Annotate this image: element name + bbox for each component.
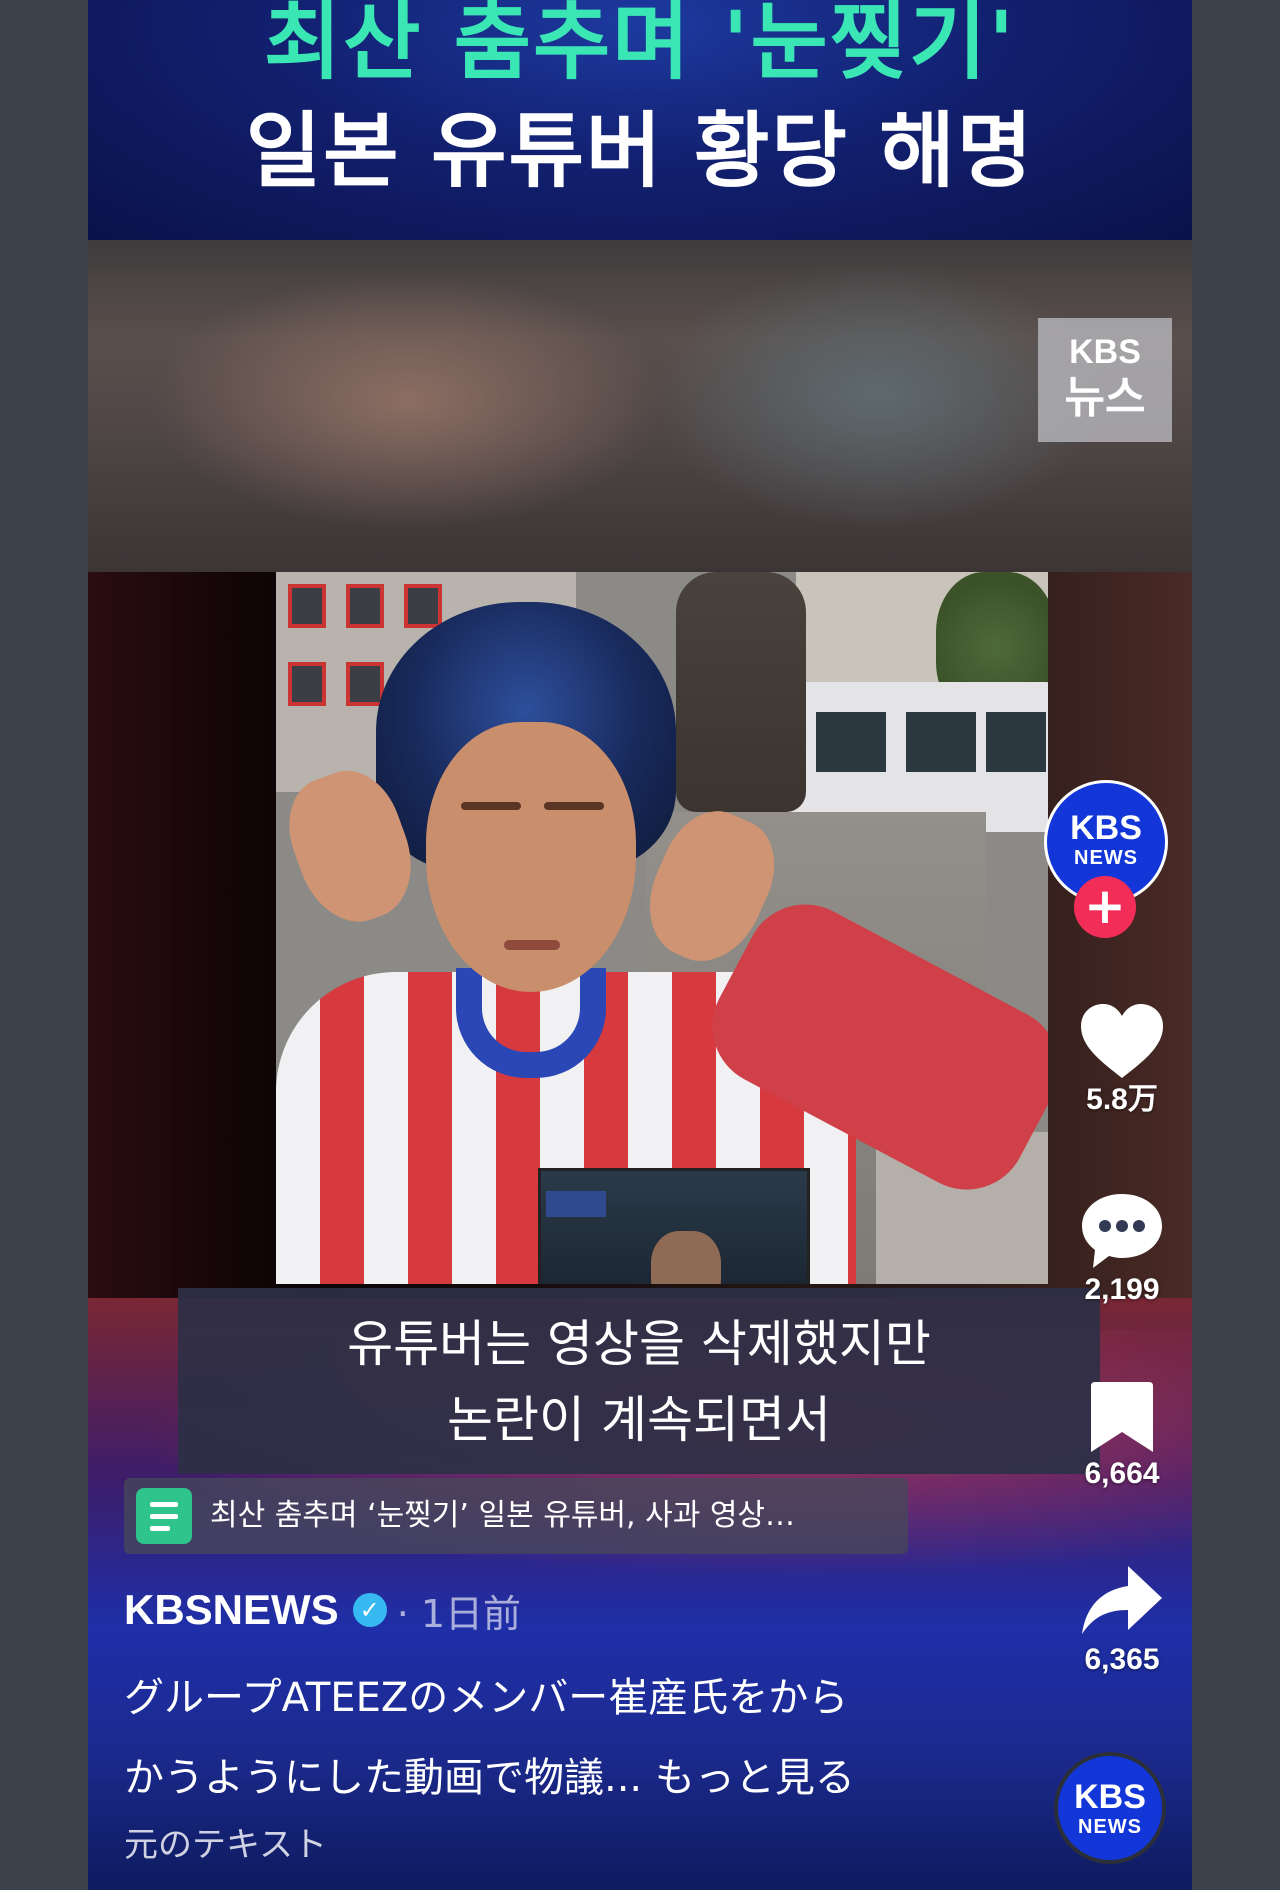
sound-disc[interactable]: KBS NEWS bbox=[1054, 1752, 1166, 1864]
statue bbox=[676, 572, 806, 812]
inset-news-clip bbox=[538, 1168, 810, 1284]
comment-icon bbox=[1082, 1194, 1162, 1268]
right-eye bbox=[544, 802, 604, 810]
left-eye bbox=[461, 802, 521, 810]
caption-line1: グループATEEZのメンバー崔産氏をから bbox=[124, 1675, 849, 1721]
follow-button[interactable]: + bbox=[1074, 876, 1136, 938]
video-subtitle: 유튜버는 영상을 삭제했지만 논란이 계속되면서 bbox=[178, 1288, 1100, 1474]
bookmark-count: 6,664 bbox=[1084, 1457, 1160, 1490]
like-button[interactable]: 5.8万 bbox=[1047, 1002, 1192, 1120]
avatar-logo-sub: NEWS bbox=[1074, 847, 1138, 869]
article-icon bbox=[136, 1488, 192, 1544]
headline-line2: 일본 유튜버 황당 해명 bbox=[245, 104, 1035, 199]
disc-logo-text: KBS bbox=[1074, 1778, 1146, 1816]
bookmark-button[interactable]: 6,664 bbox=[1047, 1380, 1192, 1494]
watermark-sub: 뉴스 bbox=[1064, 372, 1146, 423]
video-feed-screen[interactable]: 최산 춤추며 '눈찢기' 일본 유튜버 황당 해명 KBS 뉴스 유튜버는 영상… bbox=[88, 0, 1192, 1890]
heart-icon bbox=[1081, 1004, 1163, 1078]
share-button[interactable]: 6,365 bbox=[1047, 1564, 1192, 1680]
author-name[interactable]: KBSNEWS bbox=[124, 1586, 339, 1634]
caption-line2: かうようにした動画で物議... もっと見る bbox=[124, 1738, 904, 1818]
caption-line2-text: かうようにした動画で物議... bbox=[124, 1755, 643, 1801]
verified-badge-icon: ✓ bbox=[352, 1593, 387, 1627]
post-caption[interactable]: グループATEEZのメンバー崔産氏をから かうようにした動画で物議... もっと… bbox=[124, 1658, 904, 1818]
watermark-brand: KBS bbox=[1069, 333, 1141, 371]
plus-icon: + bbox=[1084, 877, 1126, 935]
left-gutter bbox=[0, 0, 88, 1890]
mouth bbox=[504, 940, 560, 950]
share-count: 6,365 bbox=[1084, 1643, 1160, 1676]
share-arrow-icon bbox=[1082, 1566, 1162, 1634]
headline-banner: 최산 춤추며 '눈찢기' 일본 유튜버 황당 해명 bbox=[88, 0, 1192, 240]
bookmark-icon bbox=[1091, 1382, 1153, 1452]
avatar-logo-text: KBS bbox=[1070, 809, 1142, 847]
disc-logo: KBS NEWS bbox=[1058, 1778, 1162, 1842]
headline-line1: 최산 춤추며 '눈찢기' bbox=[263, 0, 1017, 91]
comment-count: 2,199 bbox=[1084, 1273, 1160, 1306]
article-link-text: 최산 춤추며 ‘눈찢기’ 일본 유튜버, 사과 영상… bbox=[210, 1498, 796, 1533]
face bbox=[426, 722, 636, 992]
right-gutter bbox=[1192, 0, 1280, 1890]
kbs-news-watermark: KBS 뉴스 bbox=[1038, 318, 1172, 442]
blurred-closeup bbox=[88, 240, 1192, 572]
disc-logo-sub: NEWS bbox=[1078, 1816, 1142, 1838]
video-frame[interactable] bbox=[276, 572, 1048, 1284]
like-count: 5.8万 bbox=[1086, 1083, 1158, 1116]
avatar-logo: KBS NEWS bbox=[1047, 809, 1165, 873]
post-time: · 1日前 bbox=[396, 1591, 522, 1636]
original-text-link[interactable]: 元のテキスト bbox=[124, 1822, 327, 1868]
subtitle-line2: 논란이 계속되면서 bbox=[447, 1391, 831, 1449]
author-row: KBSNEWS ✓ · 1日前 bbox=[124, 1582, 521, 1638]
see-more-link[interactable]: もっと見る bbox=[655, 1755, 855, 1801]
subtitle-line1: 유튜버는 영상을 삭제했지만 bbox=[347, 1315, 931, 1373]
comment-button[interactable]: 2,199 bbox=[1047, 1190, 1192, 1310]
article-link[interactable]: 최산 춤추며 ‘눈찢기’ 일본 유튜버, 사과 영상… bbox=[124, 1478, 908, 1554]
